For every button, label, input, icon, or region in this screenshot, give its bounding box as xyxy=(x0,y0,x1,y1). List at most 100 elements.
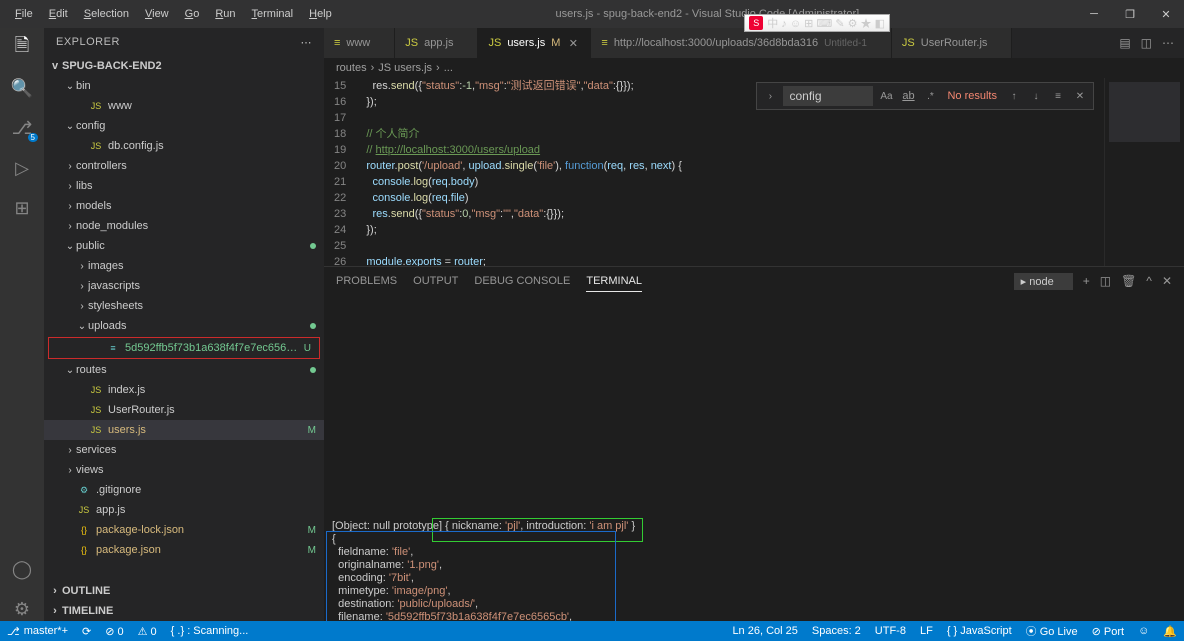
branch-status[interactable]: ⎇ master*+ xyxy=(0,621,75,641)
tree-item-models[interactable]: ›models xyxy=(44,196,324,216)
editor-actions-icon[interactable]: ▤ xyxy=(1119,36,1130,50)
title-bar: FileEditSelectionViewGoRunTerminalHelp u… xyxy=(0,0,1184,28)
breadcrumb[interactable]: routes› JS users.js› ... xyxy=(324,58,1184,78)
tree-item-www[interactable]: JSwww xyxy=(44,96,324,116)
port-status[interactable]: ⊘ Port xyxy=(1085,621,1131,641)
find-results: No results xyxy=(943,90,1001,102)
tree-item-5d592ffb5f73b1a638f4f7e7ec6565cb[interactable]: ≡5d592ffb5f73b1a638f4f7e7ec6565cbU xyxy=(49,338,319,358)
more-actions-icon[interactable]: ⋯ xyxy=(1162,36,1174,50)
tree-item-db-config-js[interactable]: JSdb.config.js xyxy=(44,136,324,156)
tree-item-config[interactable]: ⌄config xyxy=(44,116,324,136)
language-status[interactable]: { } JavaScript xyxy=(940,621,1019,641)
tree-item-app-js[interactable]: JSapp.js xyxy=(44,500,324,520)
tree-item-routes[interactable]: ⌄routes xyxy=(44,360,324,380)
split-editor-icon[interactable]: ◫ xyxy=(1141,36,1152,50)
tree-item-images[interactable]: ›images xyxy=(44,256,324,276)
status-bar: ⎇ master*+ ⟳ ⊘ 0 ⚠ 0 { .} : Scanning... … xyxy=(0,621,1184,641)
tree-item-services[interactable]: ›services xyxy=(44,440,324,460)
tree-item-controllers[interactable]: ›controllers xyxy=(44,156,324,176)
tree-item-package-json[interactable]: {}package.jsonM xyxy=(44,540,324,560)
warnings-status[interactable]: ⚠ 0 xyxy=(131,621,164,641)
tree-item-package-lock-json[interactable]: {}package-lock.jsonM xyxy=(44,520,324,540)
menu-help[interactable]: Help xyxy=(302,4,339,24)
accounts-icon[interactable]: ◯ xyxy=(10,557,34,581)
menu-edit[interactable]: Edit xyxy=(42,4,75,24)
notifications-icon[interactable]: 🔔 xyxy=(1156,621,1184,641)
terminal-selector[interactable]: ▸ node xyxy=(1014,273,1073,290)
tree-item-views[interactable]: ›views xyxy=(44,460,324,480)
ime-logo-icon: S xyxy=(749,16,763,30)
tree-item-index-js[interactable]: JSindex.js xyxy=(44,380,324,400)
encoding-status[interactable]: UTF-8 xyxy=(868,621,913,641)
tab-www[interactable]: ≡www xyxy=(324,28,395,58)
tree-item--gitignore[interactable]: ⚙.gitignore xyxy=(44,480,324,500)
cursor-position[interactable]: Ln 26, Col 25 xyxy=(725,621,804,641)
toggle-replace-icon[interactable]: › xyxy=(761,87,779,105)
tree-item-javascripts[interactable]: ›javascripts xyxy=(44,276,324,296)
find-in-selection-icon[interactable]: ≡ xyxy=(1049,87,1067,105)
errors-status[interactable]: ⊘ 0 xyxy=(98,621,130,641)
project-section-header[interactable]: vSPUG-BACK-END2 xyxy=(44,56,324,76)
tab-app-js[interactable]: JSapp.js xyxy=(395,28,478,58)
search-icon[interactable]: 🔍 xyxy=(10,76,34,100)
terminal-output[interactable]: [Object: null prototype] { nickname: 'pj… xyxy=(324,295,1184,621)
feedback-icon[interactable]: ☺ xyxy=(1131,621,1156,641)
tab-userrouter-js[interactable]: JSUserRouter.js xyxy=(892,28,1012,58)
panel-tab-terminal[interactable]: TERMINAL xyxy=(586,271,642,292)
panel-tab-problems[interactable]: PROBLEMS xyxy=(336,271,397,291)
close-button[interactable]: ✕ xyxy=(1148,0,1184,28)
settings-icon[interactable]: ⚙ xyxy=(10,597,34,621)
close-tab-icon[interactable]: ✕ xyxy=(566,36,580,50)
regex-icon[interactable]: .* xyxy=(921,87,939,105)
menu-run[interactable]: Run xyxy=(208,4,242,24)
indent-status[interactable]: Spaces: 2 xyxy=(805,621,868,641)
outline-section-header[interactable]: ›OUTLINE xyxy=(44,581,324,601)
maximize-button[interactable]: ❐ xyxy=(1112,0,1148,28)
minimize-button[interactable]: ─ xyxy=(1076,0,1112,28)
find-input[interactable] xyxy=(783,86,873,106)
maximize-panel-icon[interactable]: ^ xyxy=(1146,274,1152,288)
line-numbers: 15161718192021222324252627 xyxy=(324,78,360,266)
menu-selection[interactable]: Selection xyxy=(77,4,136,24)
tree-item-users-js[interactable]: JSusers.jsM xyxy=(44,420,324,440)
go-live-button[interactable]: ⦿ Go Live xyxy=(1019,621,1085,641)
new-terminal-icon[interactable]: + xyxy=(1083,274,1090,288)
minimap[interactable] xyxy=(1104,78,1184,266)
panel-tab-output[interactable]: OUTPUT xyxy=(413,271,458,291)
sidebar-more-icon[interactable]: ⋯ xyxy=(301,36,313,49)
menu-view[interactable]: View xyxy=(138,4,176,24)
tree-item-public[interactable]: ⌄public xyxy=(44,236,324,256)
kill-terminal-icon[interactable]: 🗑 xyxy=(1121,274,1136,288)
tree-item-libs[interactable]: ›libs xyxy=(44,176,324,196)
ime-icons: 中 ♪ ☺ ⊞ ⌨ ✎ ⚙ ★ ◧ xyxy=(767,15,885,31)
close-panel-icon[interactable]: ✕ xyxy=(1162,274,1172,288)
menu-go[interactable]: Go xyxy=(178,4,207,24)
minimap-content xyxy=(1109,82,1180,142)
close-find-icon[interactable]: ✕ xyxy=(1071,87,1089,105)
tree-item-stylesheets[interactable]: ›stylesheets xyxy=(44,296,324,316)
panel-tab-debug-console[interactable]: DEBUG CONSOLE xyxy=(474,271,570,291)
tree-item-bin[interactable]: ⌄bin xyxy=(44,76,324,96)
scan-status[interactable]: { .} : Scanning... xyxy=(164,621,256,641)
source-control-icon[interactable]: ⎇ xyxy=(10,116,34,140)
menu-terminal[interactable]: Terminal xyxy=(245,4,301,24)
match-word-icon[interactable]: ab xyxy=(899,87,917,105)
prev-match-icon[interactable]: ↑ xyxy=(1005,87,1023,105)
extensions-icon[interactable]: ⊞ xyxy=(10,196,34,220)
menu-file[interactable]: File xyxy=(8,4,40,24)
tab-http-localhost-3000-uploads-36d8bda316[interactable]: ≡http://localhost:3000/uploads/36d8bda31… xyxy=(591,28,892,58)
tree-item-node_modules[interactable]: ›node_modules xyxy=(44,216,324,236)
tree-item-userrouter-js[interactable]: JSUserRouter.js xyxy=(44,400,324,420)
match-case-icon[interactable]: Aa xyxy=(877,87,895,105)
explorer-icon[interactable]: 🗎 xyxy=(10,36,34,60)
tab-users-js[interactable]: JSusers.jsM✕ xyxy=(478,28,591,58)
eol-status[interactable]: LF xyxy=(913,621,940,641)
run-debug-icon[interactable]: ▷ xyxy=(10,156,34,180)
next-match-icon[interactable]: ↓ xyxy=(1027,87,1045,105)
ime-toolbar[interactable]: S 中 ♪ ☺ ⊞ ⌨ ✎ ⚙ ★ ◧ xyxy=(744,14,890,32)
sync-button[interactable]: ⟳ xyxy=(75,621,98,641)
sidebar-title: EXPLORER xyxy=(56,36,120,48)
split-terminal-icon[interactable]: ◫ xyxy=(1100,274,1111,288)
tree-item-uploads[interactable]: ⌄uploads xyxy=(44,316,324,336)
timeline-section-header[interactable]: ›TIMELINE xyxy=(44,601,324,621)
